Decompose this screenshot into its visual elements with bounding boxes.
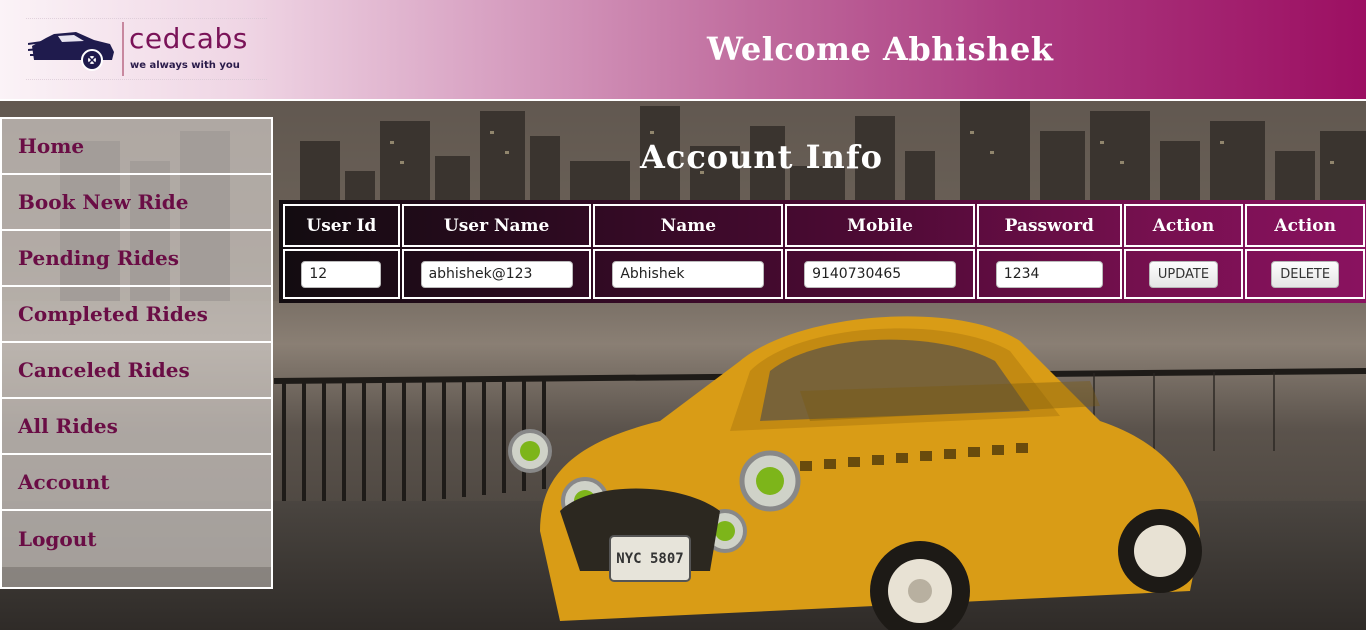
sidebar-item-book-new-ride[interactable]: Book New Ride — [2, 175, 271, 231]
column-header-mobile: Mobile — [785, 204, 975, 247]
welcome-title: Welcome Abhishek — [707, 30, 1054, 68]
sidebar-item-home[interactable]: Home — [2, 119, 271, 175]
user-id-field[interactable] — [301, 260, 382, 288]
user-name-field[interactable] — [420, 260, 573, 288]
update-button[interactable]: UPDATE — [1148, 260, 1219, 288]
delete-button[interactable]: DELETE — [1271, 260, 1340, 288]
sidebar-item-all-rides[interactable]: All Rides — [2, 399, 271, 455]
column-header-password: Password — [976, 204, 1122, 247]
column-header-action-update: Action — [1123, 204, 1244, 247]
svg-text:NYC 5807: NYC 5807 — [616, 551, 683, 567]
sidebar-nav: Home Book New Ride Pending Rides Complet… — [0, 117, 273, 589]
logo-name: cedcabs — [129, 22, 248, 55]
sidebar-item-canceled-rides[interactable]: Canceled Rides — [2, 343, 271, 399]
car-logo-icon — [28, 32, 114, 71]
table-header-row: User Id User Name Name Mobile Password A… — [283, 204, 1365, 247]
password-field[interactable] — [995, 260, 1103, 288]
table-row: UPDATE DELETE — [283, 249, 1365, 299]
page-title: Account Info — [640, 138, 883, 176]
sidebar-item-account[interactable]: Account — [2, 455, 271, 511]
account-table: User Id User Name Name Mobile Password A… — [279, 200, 1366, 303]
logo[interactable]: cedcabs we always with you — [22, 14, 267, 80]
header: cedcabs we always with you Welcome Abhis… — [0, 0, 1366, 101]
column-header-user-id: User Id — [283, 204, 400, 247]
logo-tagline: we always with you — [130, 60, 240, 71]
column-header-name: Name — [593, 204, 784, 247]
taxi-image: NYC 5807 — [508, 316, 1202, 630]
sidebar-item-logout[interactable]: Logout — [2, 511, 271, 567]
column-header-action-delete: Action — [1245, 204, 1365, 247]
name-field[interactable] — [612, 260, 765, 288]
sidebar-item-pending-rides[interactable]: Pending Rides — [2, 231, 271, 287]
column-header-user-name: User Name — [401, 204, 592, 247]
mobile-field[interactable] — [804, 260, 957, 288]
sidebar-item-completed-rides[interactable]: Completed Rides — [2, 287, 271, 343]
